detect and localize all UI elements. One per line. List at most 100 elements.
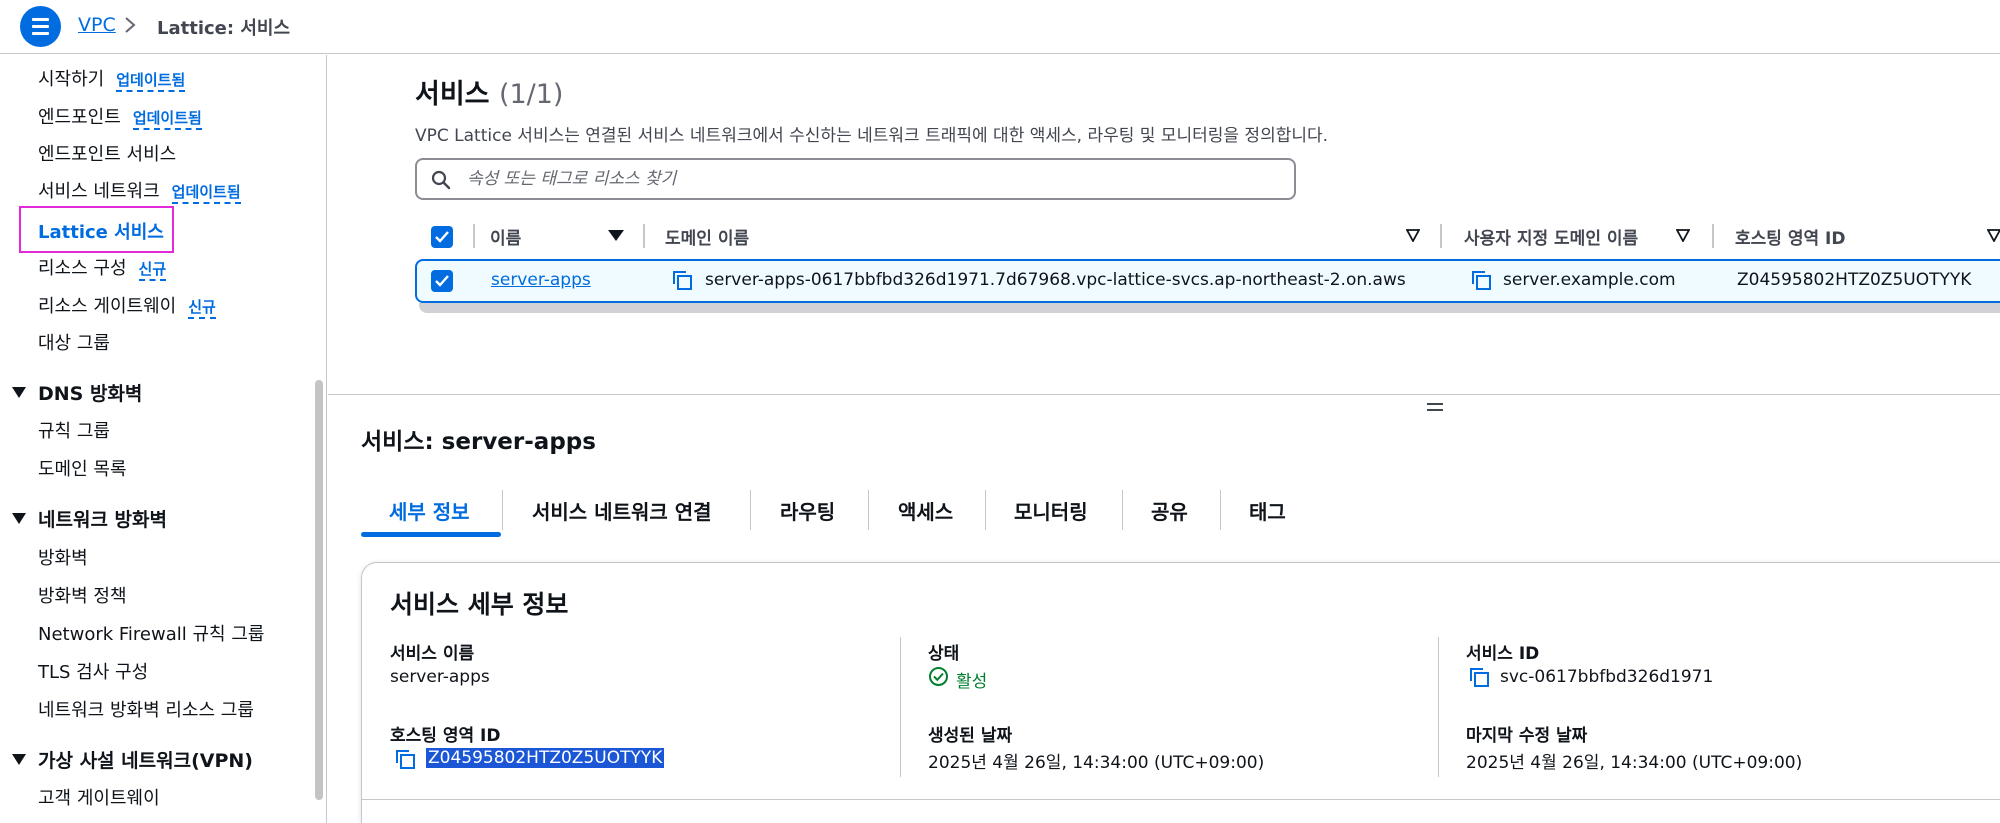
sort-icon[interactable] [1676, 229, 1690, 242]
sidebar-item-tls-inspection[interactable]: TLS 검사 구성 [38, 658, 148, 684]
sort-icon[interactable] [1987, 229, 2000, 242]
created-value: 2025년 4월 26일, 14:34:00 (UTC+09:00) [928, 753, 1265, 773]
sidebar-item-domain-lists[interactable]: 도메인 목록 [38, 455, 127, 481]
chevron-right-icon [125, 17, 136, 33]
column-divider [473, 224, 475, 248]
modified-label: 마지막 수정 날짜 [1466, 726, 1588, 746]
modified-value: 2025년 4월 26일, 14:34:00 (UTC+09:00) [1466, 753, 1803, 773]
sidebar-scrollbar[interactable] [315, 380, 323, 800]
card-divider [362, 799, 2000, 800]
table-row[interactable]: server-apps server-apps-0617bbfbd326d197… [415, 259, 2000, 303]
sidebar-item-firewall-resource-groups[interactable]: 네트워크 방화벽 리소스 그룹 [38, 696, 254, 722]
sidebar-item-service-networks[interactable]: 서비스 네트워크 업데이트됨 [38, 177, 241, 204]
caret-down-icon [12, 754, 26, 765]
tab-divider [502, 490, 503, 530]
search-icon [431, 170, 451, 190]
updated-badge: 업데이트됨 [171, 183, 241, 204]
updated-badge: 업데이트됨 [132, 109, 202, 130]
sidebar-section-dns-firewall[interactable]: DNS 방화벽 [12, 379, 142, 406]
column-divider [1440, 224, 1442, 248]
check-icon [435, 231, 449, 243]
detail-tabs: 세부 정보 서비스 네트워크 연결 라우팅 액세스 모니터링 공유 태그 [361, 480, 2000, 542]
tab-service-network-associations[interactable]: 서비스 네트워크 연결 [532, 496, 712, 525]
tab-monitoring[interactable]: 모니터링 [1014, 496, 1088, 525]
tab-routing[interactable]: 라우팅 [780, 496, 835, 525]
sidebar-item-getting-started[interactable]: 시작하기 업데이트됨 [38, 65, 186, 92]
row-checkbox[interactable] [431, 270, 453, 292]
new-badge: 업데이트됨 [116, 71, 186, 92]
sort-icon[interactable] [1406, 229, 1420, 242]
sidebar-item-firewalls[interactable]: 방화벽 [38, 544, 88, 570]
custom-domain-cell: server.example.com [1503, 270, 1676, 290]
hosted-zone-cell: Z04595802HTZ0Z5UOTYYK [1737, 270, 1972, 290]
select-all-checkbox[interactable] [431, 226, 453, 248]
services-heading: 서비스 (1/1) [415, 79, 564, 110]
table-header: 이름 도메인 이름 사용자 지정 도메인 이름 호스팅 영역 ID [415, 220, 2000, 254]
check-icon [435, 275, 449, 287]
services-description: VPC Lattice 서비스는 연결된 서비스 네트워크에서 수신하는 네트워… [415, 126, 1329, 146]
sidebar-item-lattice-services[interactable]: Lattice 서비스 [19, 206, 174, 253]
sidebar: 시작하기 업데이트됨 엔드포인트 업데이트됨 엔드포인트 서비스 서비스 네트워크 업… [0, 55, 327, 823]
column-header-hosted-zone[interactable]: 호스팅 영역 ID [1735, 224, 1845, 249]
tab-divider [868, 490, 869, 530]
tab-divider [1122, 490, 1123, 530]
column-divider [1438, 637, 1439, 777]
detail-title: 서비스: server-apps [361, 429, 596, 455]
service-id-value: svc-0617bbfbd326d1971 [1500, 667, 1714, 687]
table-row-shadow [419, 303, 2000, 313]
services-count: (1/1) [498, 79, 564, 110]
column-header-domain[interactable]: 도메인 이름 [665, 224, 749, 249]
breadcrumb-vpc-link[interactable]: VPC [78, 14, 116, 36]
sidebar-item-endpoints[interactable]: 엔드포인트 업데이트됨 [38, 103, 202, 130]
new-badge: 신규 [188, 298, 216, 319]
new-badge: 신규 [138, 260, 167, 281]
search-box[interactable] [415, 158, 1296, 200]
copy-icon[interactable] [671, 269, 693, 291]
active-tab-indicator [361, 532, 501, 537]
sidebar-section-network-firewall[interactable]: 네트워크 방화벽 [12, 505, 167, 532]
tab-divider [985, 490, 986, 530]
copy-icon[interactable] [1470, 269, 1492, 291]
sort-descending-icon[interactable] [608, 230, 624, 241]
hosted-zone-label: 호스팅 영역 ID [390, 726, 501, 746]
tab-divider [1220, 490, 1221, 530]
sidebar-item-endpoint-services[interactable]: 엔드포인트 서비스 [38, 140, 176, 166]
service-id-label: 서비스 ID [1466, 644, 1540, 664]
caret-down-icon [12, 513, 26, 524]
sidebar-item-resource-configurations[interactable]: 리소스 구성 신규 [38, 254, 167, 281]
sidebar-item-rule-groups[interactable]: 규칙 그룹 [38, 417, 110, 443]
column-divider [643, 224, 645, 248]
column-divider [900, 637, 901, 777]
column-header-name[interactable]: 이름 [490, 224, 521, 249]
status-label: 상태 [928, 644, 960, 664]
resize-handle-icon[interactable] [1427, 403, 1443, 413]
sidebar-item-resource-gateways[interactable]: 리소스 게이트웨이 신규 [38, 292, 216, 319]
service-details-card: 서비스 세부 정보 서비스 이름 server-apps 호스팅 영역 ID Z… [361, 562, 2000, 823]
hamburger-menu-icon[interactable] [20, 6, 61, 47]
service-name-link[interactable]: server-apps [491, 270, 591, 290]
sidebar-item-firewall-policies[interactable]: 방화벽 정책 [38, 582, 127, 608]
caret-down-icon [12, 387, 26, 398]
tab-details[interactable]: 세부 정보 [389, 496, 470, 525]
tab-access[interactable]: 액세스 [898, 496, 953, 525]
tab-sharing[interactable]: 공유 [1151, 496, 1188, 525]
service-name-value: server-apps [390, 667, 490, 687]
sidebar-item-target-groups[interactable]: 대상 그룹 [38, 329, 110, 355]
column-divider [1712, 224, 1714, 248]
copy-icon[interactable] [1468, 666, 1490, 688]
tab-divider [750, 490, 751, 530]
hosted-zone-value: Z04595802HTZ0Z5UOTYYK [426, 748, 665, 768]
tab-tags[interactable]: 태그 [1249, 496, 1286, 525]
top-bar: VPC Lattice: 서비스 [0, 0, 2000, 54]
check-circle-icon [929, 667, 948, 686]
search-input[interactable] [467, 166, 1267, 192]
domain-name-cell: server-apps-0617bbfbd326d1971.7d67968.vp… [705, 270, 1406, 290]
sidebar-item-network-firewall-rule-groups[interactable]: Network Firewall 규칙 그룹 [38, 620, 264, 646]
created-label: 생성된 날짜 [928, 726, 1013, 746]
column-header-custom-domain[interactable]: 사용자 지정 도메인 이름 [1464, 224, 1638, 249]
sidebar-section-vpn[interactable]: 가상 사설 네트워크(VPN) [12, 746, 253, 773]
service-name-label: 서비스 이름 [390, 644, 475, 664]
status-value: 활성 [956, 672, 988, 692]
sidebar-item-customer-gateways[interactable]: 고객 게이트웨이 [38, 784, 160, 810]
copy-icon[interactable] [394, 748, 416, 770]
